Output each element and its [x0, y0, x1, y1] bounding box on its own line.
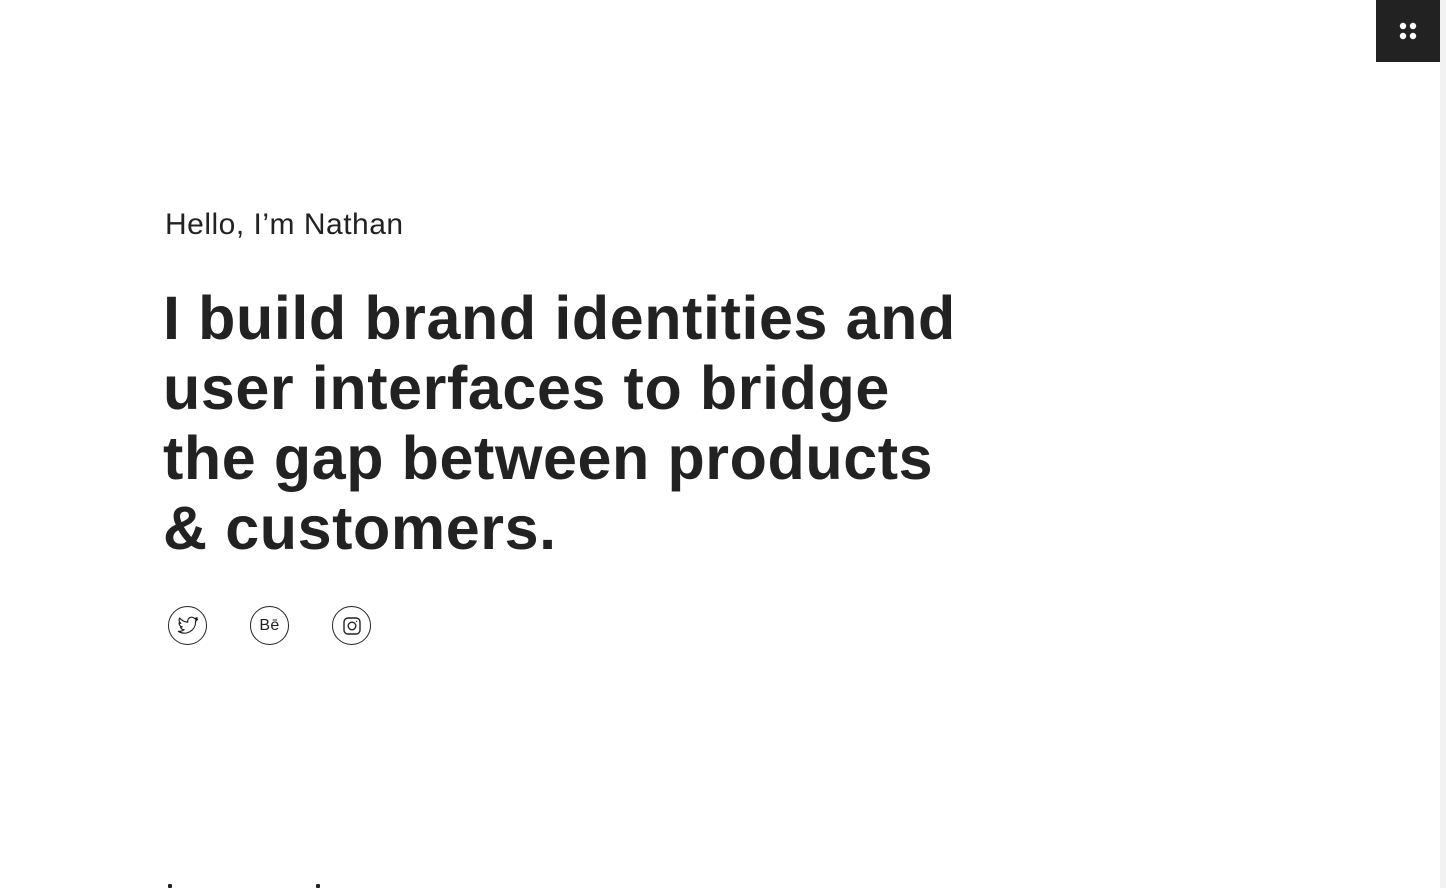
page: Hello, I’m Nathan I build brand identiti…: [0, 0, 1446, 888]
hero-greeting: Hello, I’m Nathan: [165, 208, 404, 241]
hero-headline: I build brand identities and user interf…: [163, 283, 1043, 563]
hero-headline-line: the gap between products: [163, 424, 934, 492]
twitter-icon: [177, 616, 198, 634]
hero-headline-line: user interfaces to bridge: [163, 354, 890, 422]
social-links: Bē: [168, 606, 371, 645]
instagram-link[interactable]: [332, 606, 371, 645]
behance-link[interactable]: Bē: [250, 606, 289, 645]
behance-icon: Bē: [259, 616, 280, 634]
grid-dots-icon: [1399, 22, 1417, 40]
hero-headline-line: & customers.: [163, 494, 557, 562]
text-fragment: [316, 884, 320, 888]
menu-button[interactable]: [1376, 0, 1440, 62]
hero-headline-line: I build brand identities and: [163, 284, 956, 352]
scrollbar-track[interactable]: [1440, 0, 1446, 888]
twitter-link[interactable]: [168, 606, 207, 645]
instagram-icon: [342, 616, 361, 635]
next-section-heading-fragment: [165, 866, 335, 888]
text-fragment: [168, 884, 172, 888]
